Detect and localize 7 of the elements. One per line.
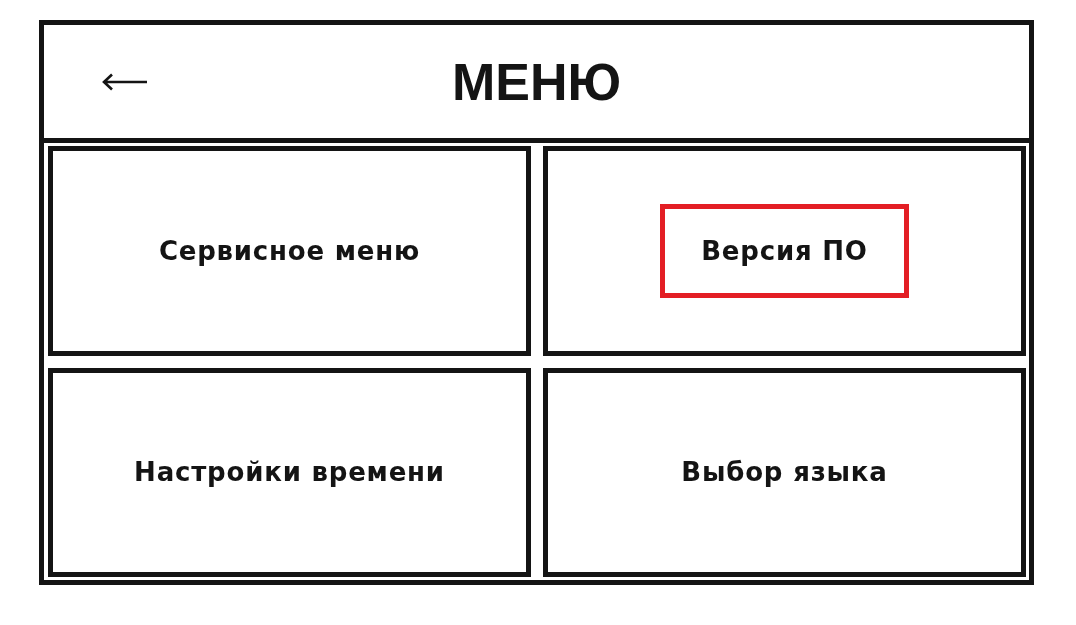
menu-tile[interactable]: Выбор языка <box>543 367 1026 577</box>
menu-tile[interactable]: Настройки времени <box>48 367 531 577</box>
back-button[interactable] <box>102 72 148 91</box>
menu-tile[interactable]: Версия ПО <box>543 146 1026 356</box>
screen-title: МЕНЮ <box>451 51 622 112</box>
menu-tile[interactable]: Сервисное меню <box>48 146 531 356</box>
arrow-left-icon <box>102 72 148 91</box>
